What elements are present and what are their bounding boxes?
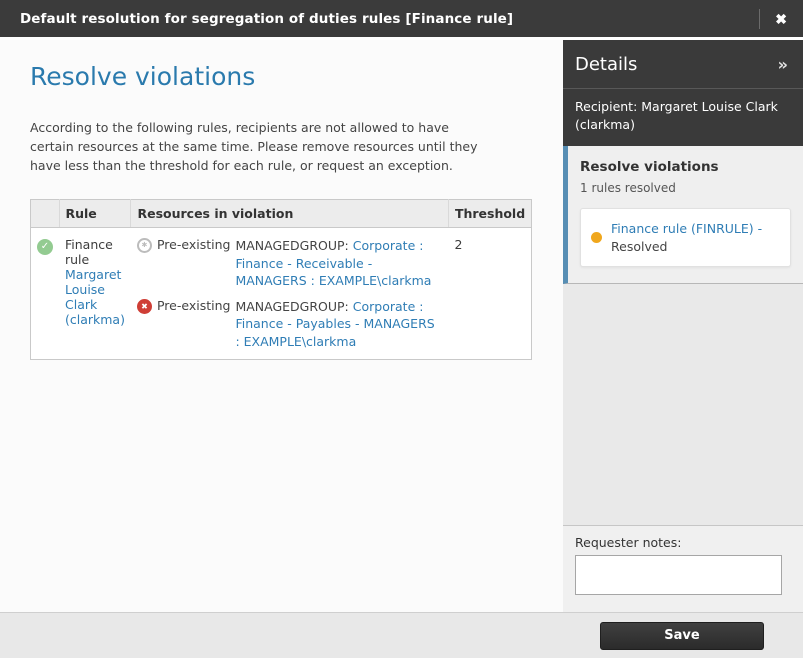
column-header-resources: Resources in violation [130, 199, 449, 229]
resource-entry: ✱ Pre-existing MANAGEDGROUP: Corporate :… [136, 237, 442, 289]
status-dot-icon [591, 232, 602, 244]
requester-notes-section: Requester notes: [563, 525, 803, 612]
details-sidebar: Details » Recipient: Margaret Louise Cla… [563, 40, 803, 612]
resource-type-label: MANAGEDGROUP: [235, 299, 349, 314]
table-header-row: Rule Resources in violation Threshold [30, 199, 532, 229]
modal-title: Default resolution for segregation of du… [20, 10, 514, 27]
rule-status-card[interactable]: Finance rule (FINRULE) - Resolved [580, 208, 791, 268]
requester-notes-label: Requester notes: [575, 535, 682, 550]
modal-titlebar: Default resolution for segregation of du… [0, 0, 803, 40]
main-panel: Resolve violations According to the foll… [0, 40, 563, 612]
modal-footer: Save [0, 612, 803, 658]
resolved-check-icon: ✓ [37, 238, 53, 255]
rule-status-suffix: Resolved [611, 238, 668, 254]
close-icon[interactable]: ✖ [775, 12, 787, 26]
resource-entry: ✖ Pre-existing MANAGEDGROUP: Corporate :… [136, 298, 442, 350]
resources-cell: ✱ Pre-existing MANAGEDGROUP: Corporate :… [131, 228, 448, 360]
modal-body: Resolve violations According to the foll… [0, 40, 803, 612]
modal-window: Default resolution for segregation of du… [0, 0, 803, 658]
details-header: Details » [563, 40, 803, 88]
remove-icon[interactable]: ✖ [136, 299, 152, 314]
rule-status-text: Finance rule (FINRULE) - Resolved [611, 220, 780, 255]
titlebar-divider [759, 8, 761, 29]
recipient-label: Recipient: Margaret Louise Clark (clarkm… [563, 88, 803, 147]
resource-type-label: MANAGEDGROUP: [235, 238, 349, 254]
instructions-text: According to the following rules, recipi… [30, 120, 478, 173]
column-header-rule: Rule [59, 199, 132, 229]
resolve-violations-section: Resolve violations 1 rules resolved Fina… [563, 146, 803, 285]
rule-cell: Finance rule Margaret Louise Clark (clar… [59, 228, 131, 360]
disabled-remove-icon: ✱ [136, 238, 152, 254]
save-button[interactable]: Save [600, 621, 764, 650]
rule-name: Finance rule [65, 237, 113, 268]
threshold-cell: 2 [454, 237, 463, 253]
column-header-threshold: Threshold [448, 199, 532, 229]
table-row: ✓ Finance rule Margaret Louise Clark (cl… [31, 228, 532, 360]
collapse-chevron-icon[interactable]: » [778, 55, 788, 74]
section-title: Resolve violations [580, 159, 719, 176]
status-cell: ✓ [31, 228, 60, 360]
resource-text: MANAGEDGROUP: Corporate : Finance - Rece… [235, 237, 442, 289]
requester-notes-input[interactable] [575, 555, 782, 595]
resource-state: Pre-existing [156, 237, 231, 253]
violations-table: Rule Resources in violation Threshold ✓ … [30, 199, 533, 360]
resource-text: MANAGEDGROUP: Corporate : Finance - Paya… [235, 298, 442, 350]
details-title: Details [575, 53, 638, 75]
recipient-link[interactable]: Margaret Louise Clark (clarkma) [65, 267, 125, 327]
page-title: Resolve violations [30, 62, 256, 91]
resource-state: Pre-existing [156, 298, 231, 313]
sidebar-spacer [563, 284, 803, 525]
rule-status-link[interactable]: Finance rule (FINRULE) - [611, 221, 762, 236]
rules-resolved-count: 1 rules resolved [580, 181, 676, 196]
column-header-status [30, 199, 60, 229]
